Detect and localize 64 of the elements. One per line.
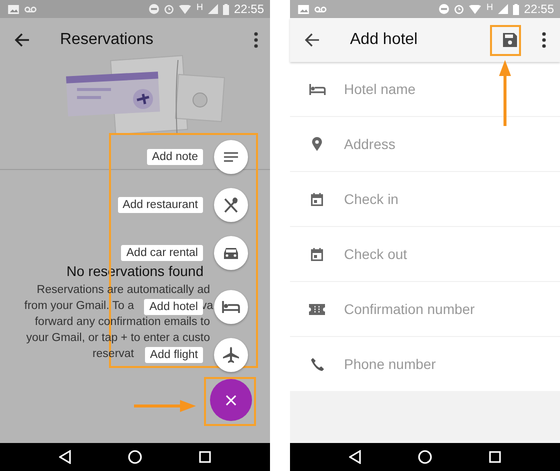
voicemail-icon [314,6,327,12]
alarm-icon [164,4,174,14]
save-icon[interactable] [503,33,517,47]
input-field[interactable]: Check in [344,191,544,207]
image-icon [298,4,309,14]
input-field[interactable]: Phone number [344,356,544,372]
screen-title: Add hotel [350,31,418,49]
home-icon[interactable] [128,450,142,464]
signal-icon [498,4,508,14]
wifi-icon [469,4,482,14]
do-not-disturb-icon [439,4,450,14]
input-field[interactable]: Hotel name [344,81,544,97]
menu-label[interactable]: Add hotel [144,299,203,315]
notes-icon [224,152,238,162]
recents-icon[interactable] [199,451,212,463]
more-icon[interactable] [254,32,258,48]
wifi-icon [179,4,192,14]
annotation-arrow [499,60,511,126]
battery-icon [222,4,229,14]
battery-icon [512,4,519,14]
network-type: H [196,2,203,12]
do-not-disturb-icon [149,4,160,14]
phone-icon [310,358,324,370]
alarm-icon [454,4,464,14]
bed-icon [222,301,240,313]
input-field[interactable]: Confirmation number [344,301,544,317]
status-time: 22:55 [524,2,554,16]
fork-spoon-icon [223,197,239,213]
home-icon[interactable] [418,450,432,464]
menu-action-button[interactable] [214,338,248,372]
back-icon[interactable] [58,450,71,464]
back-arrow-icon[interactable] [304,32,320,48]
car-icon [223,246,239,260]
empty-state-text: from your Gmail. To a [23,299,134,314]
input-field[interactable]: Check out [344,246,544,262]
menu-action-button[interactable] [214,188,248,222]
back-icon[interactable] [348,450,361,464]
menu-label[interactable]: Add car rental [121,245,203,261]
status-time: 22:55 [234,2,264,16]
image-icon [8,4,19,14]
menu-label[interactable]: Add restaurant [118,197,203,213]
voicemail-icon [24,6,37,12]
airplane-icon [223,347,239,363]
recents-icon[interactable] [489,451,502,463]
more-icon[interactable] [542,32,546,48]
bed-icon [308,84,326,94]
menu-label[interactable]: Add note [146,149,203,165]
ticket-icon [309,304,325,314]
back-arrow-icon[interactable] [14,32,30,48]
signal-icon [208,4,218,14]
screen-title: Reservations [60,31,154,49]
input-field[interactable]: Address [344,136,544,152]
menu-action-button[interactable] [214,236,248,270]
calendar-icon [311,248,323,260]
location-pin-icon [312,137,322,151]
annotation-arrow [134,400,196,412]
menu-action-button[interactable] [214,290,248,324]
close-menu-button[interactable]: × [210,379,252,421]
menu-label[interactable]: Add flight [145,347,203,363]
calendar-icon [311,192,323,206]
highlight-frame [204,377,256,426]
menu-action-button[interactable] [214,140,248,174]
highlight-frame [490,25,521,56]
network-type: H [486,2,493,12]
